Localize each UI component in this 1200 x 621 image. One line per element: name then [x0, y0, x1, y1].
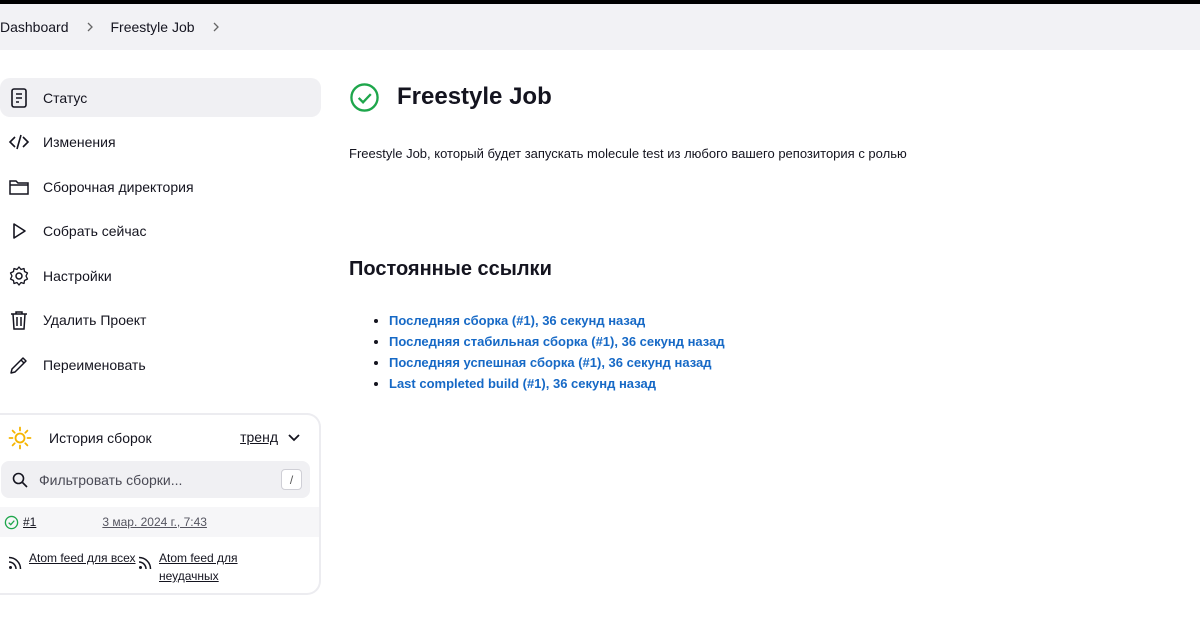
success-check-icon: [350, 82, 379, 112]
folder-icon: [8, 176, 30, 198]
rss-icon: [138, 556, 152, 570]
sidebar-item-label: Изменения: [43, 134, 116, 150]
page-title: Freestyle Job: [397, 83, 552, 110]
list-item: Последняя стабильная сборка (#1), 36 сек…: [389, 331, 725, 352]
breadcrumb-freestyle-job[interactable]: Freestyle Job: [111, 19, 195, 35]
code-icon: [8, 131, 30, 153]
sidebar-item-rename[interactable]: Переименовать: [0, 345, 321, 384]
sidebar: Статус Изменения Сборочная директория Со…: [0, 78, 321, 390]
permalink-last-successful-build[interactable]: Последняя успешная сборка (#1), 36 секун…: [389, 355, 712, 370]
sidebar-item-build-now[interactable]: Собрать сейчас: [0, 212, 321, 251]
sidebar-item-delete-project[interactable]: Удалить Проект: [0, 301, 321, 340]
breadcrumb-dashboard[interactable]: Dashboard: [0, 19, 69, 35]
search-icon: [12, 472, 28, 488]
rss-icon: [8, 556, 22, 570]
sidebar-item-label: Настройки: [43, 267, 112, 284]
sidebar-item-changes[interactable]: Изменения: [0, 123, 321, 162]
list-item: Последняя сборка (#1), 36 секунд назад: [389, 310, 725, 331]
sidebar-item-label: Удалить Проект: [43, 312, 147, 328]
permalink-last-completed-build[interactable]: Last completed build (#1), 36 секунд наз…: [389, 376, 656, 391]
build-date-link[interactable]: 3 мар. 2024 г., 7:43: [102, 515, 207, 529]
sidebar-item-label: Сборочная директория: [43, 178, 194, 195]
trend-link[interactable]: тренд: [240, 429, 278, 445]
chevron-right-icon[interactable]: [195, 21, 237, 33]
play-icon: [8, 220, 30, 242]
permalink-last-stable-build[interactable]: Последняя стабильная сборка (#1), 36 сек…: [389, 334, 725, 349]
list-item: Last completed build (#1), 36 секунд наз…: [389, 373, 725, 394]
shortcut-key-badge: /: [281, 469, 302, 490]
build-history-header: История сборок тренд: [8, 426, 308, 450]
document-icon: [8, 87, 30, 109]
chevron-right-icon[interactable]: [69, 21, 111, 33]
sidebar-item-settings[interactable]: Настройки: [0, 256, 321, 295]
atom-feed-all-label: Atom feed для всех: [29, 551, 136, 565]
breadcrumb: Dashboard Freestyle Job: [0, 4, 1200, 50]
sidebar-item-status[interactable]: Статус: [0, 78, 321, 117]
sun-icon: [8, 426, 32, 450]
build-history-title: История сборок: [49, 430, 152, 446]
trash-icon: [8, 309, 30, 331]
gear-icon: [8, 265, 30, 287]
atom-feed-failed-label: Atom feed для неудачных: [159, 551, 238, 583]
build-filter-input[interactable]: [39, 471, 259, 488]
sidebar-item-workspace[interactable]: Сборочная директория: [0, 167, 321, 206]
permalinks-list: Последняя сборка (#1), 36 секунд назад П…: [369, 310, 725, 394]
list-item: Последняя успешная сборка (#1), 36 секун…: [389, 352, 725, 373]
chevron-down-icon[interactable]: [286, 429, 302, 445]
pencil-icon: [8, 354, 30, 376]
atom-feed-all[interactable]: Atom feed для всех: [8, 549, 138, 585]
atom-feeds: Atom feed для всех Atom feed для неудачн…: [8, 549, 308, 585]
permalinks-heading: Постоянные ссылки: [349, 258, 552, 280]
build-row: #1 3 мар. 2024 г., 7:43: [0, 507, 319, 537]
sidebar-item-label: Собрать сейчас: [43, 223, 147, 239]
build-number-link[interactable]: #1: [23, 515, 36, 529]
success-check-icon: [4, 515, 19, 529]
atom-feed-failed[interactable]: Atom feed для неудачных: [138, 549, 268, 585]
build-filter-search: /: [1, 461, 310, 498]
build-history-panel: История сборок тренд / #1 3 мар. 2024 г.…: [0, 413, 321, 595]
job-title-row: Freestyle Job: [349, 80, 1169, 114]
permalink-last-build[interactable]: Последняя сборка (#1), 36 секунд назад: [389, 313, 645, 328]
sidebar-item-label: Переименовать: [43, 356, 146, 373]
job-description: Freestyle Job, который будет запускать m…: [349, 146, 907, 161]
main-content: Freestyle Job Freestyle Job, который буд…: [349, 80, 1169, 391]
sidebar-item-label: Статус: [43, 89, 88, 106]
